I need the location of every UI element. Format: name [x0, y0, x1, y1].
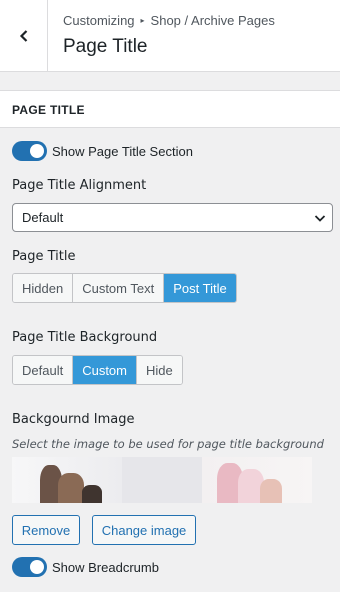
page-title-segmented: Hidden Custom Text Post Title: [12, 273, 237, 303]
bg-image-preview: [12, 457, 312, 503]
photo-left: [12, 457, 122, 503]
alignment-label: Page Title Alignment: [12, 178, 147, 193]
alignment-select[interactable]: Default: [12, 203, 333, 232]
customizer-header: Customizing ▸ Shop / Archive Pages Page …: [0, 0, 340, 72]
bg-image-description: Select the image to be used for page tit…: [12, 437, 324, 451]
show-title-section-row: Show Page Title Section: [12, 141, 193, 161]
remove-image-button[interactable]: Remove: [12, 515, 80, 545]
background-option-default[interactable]: Default: [13, 356, 74, 384]
page-title-option-post-title[interactable]: Post Title: [164, 274, 236, 302]
chevron-left-icon: [19, 30, 27, 42]
breadcrumb-section: Shop / Archive Pages: [150, 13, 275, 28]
background-option-hide[interactable]: Hide: [137, 356, 182, 384]
header-text: Customizing ▸ Shop / Archive Pages Page …: [48, 0, 275, 71]
alignment-select-value: Default: [22, 210, 64, 225]
breadcrumb: Customizing ▸ Shop / Archive Pages: [63, 13, 275, 28]
chevron-down-icon: [314, 215, 326, 222]
section-heading: PAGE TITLE: [0, 90, 340, 128]
page-title-label: Page Title: [12, 249, 76, 264]
photo-right: [202, 457, 312, 503]
show-title-section-label: Show Page Title Section: [52, 143, 193, 159]
show-breadcrumb-row: Show Breadcrumb: [12, 557, 159, 577]
show-breadcrumb-toggle[interactable]: [12, 557, 47, 577]
breadcrumb-root: Customizing: [63, 13, 135, 28]
page-title-option-hidden[interactable]: Hidden: [13, 274, 74, 302]
show-title-section-toggle[interactable]: [12, 141, 47, 161]
page-title: Page Title: [63, 36, 148, 57]
background-segmented: Default Custom Hide: [12, 355, 183, 385]
page-title-option-custom-text[interactable]: Custom Text: [73, 274, 165, 302]
photo-middle: [122, 457, 202, 503]
back-button[interactable]: [0, 0, 48, 72]
triangle-right-icon: ▸: [140, 16, 145, 25]
background-option-custom[interactable]: Custom: [73, 356, 137, 384]
change-image-button[interactable]: Change image: [92, 515, 196, 545]
background-label: Page Title Background: [12, 330, 158, 345]
bg-image-label: Backgournd Image: [12, 412, 135, 427]
show-breadcrumb-label: Show Breadcrumb: [52, 559, 159, 575]
